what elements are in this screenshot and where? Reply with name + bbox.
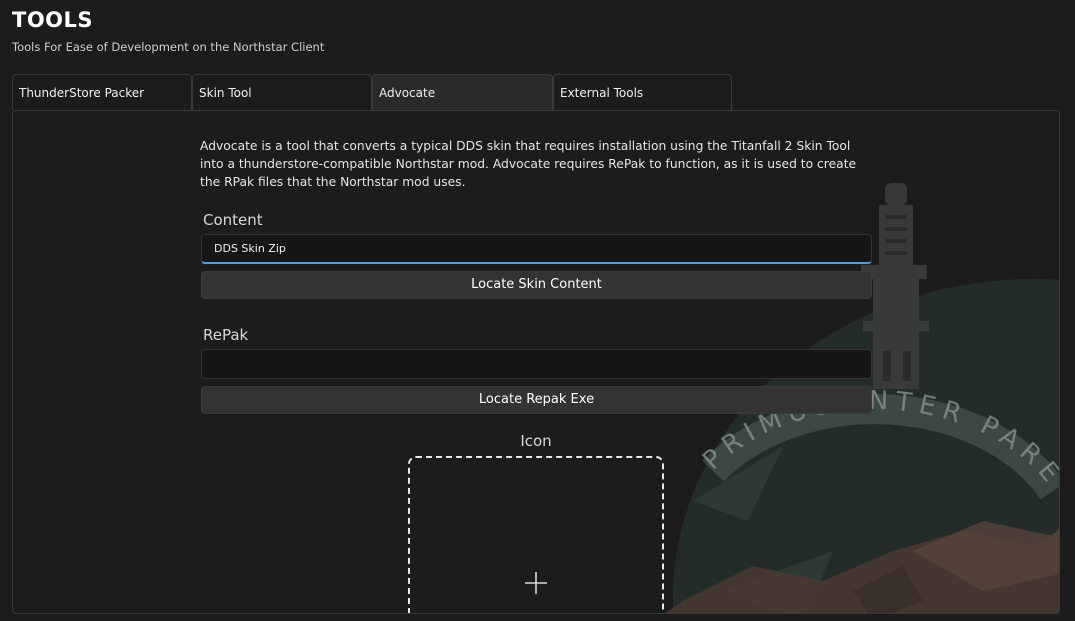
icon-dropzone[interactable] [408, 456, 664, 613]
tab-external-tools[interactable]: External Tools [553, 74, 732, 110]
repak-label: RePak [203, 326, 249, 344]
tab-advocate[interactable]: Advocate [372, 74, 553, 111]
locate-repak-exe-button[interactable]: Locate Repak Exe [201, 386, 872, 414]
advocate-panel: PRIMUS INTER PARES Advocate is a tool th… [12, 110, 1060, 614]
tab-skin-tool[interactable]: Skin Tool [192, 74, 372, 110]
locate-skin-content-button[interactable]: Locate Skin Content [201, 271, 872, 299]
plus-icon [525, 572, 547, 594]
tab-thunderstore-packer[interactable]: ThunderStore Packer [12, 74, 192, 110]
content-input[interactable] [201, 234, 872, 264]
advocate-description: Advocate is a tool that converts a typic… [200, 139, 857, 189]
icon-label: Icon [520, 432, 552, 450]
header-subtitle: Tools For Ease of Development on the Nor… [12, 40, 325, 54]
repak-input[interactable] [201, 349, 872, 379]
content-label: Content [203, 211, 263, 229]
header-title: TOOLS [12, 8, 94, 32]
